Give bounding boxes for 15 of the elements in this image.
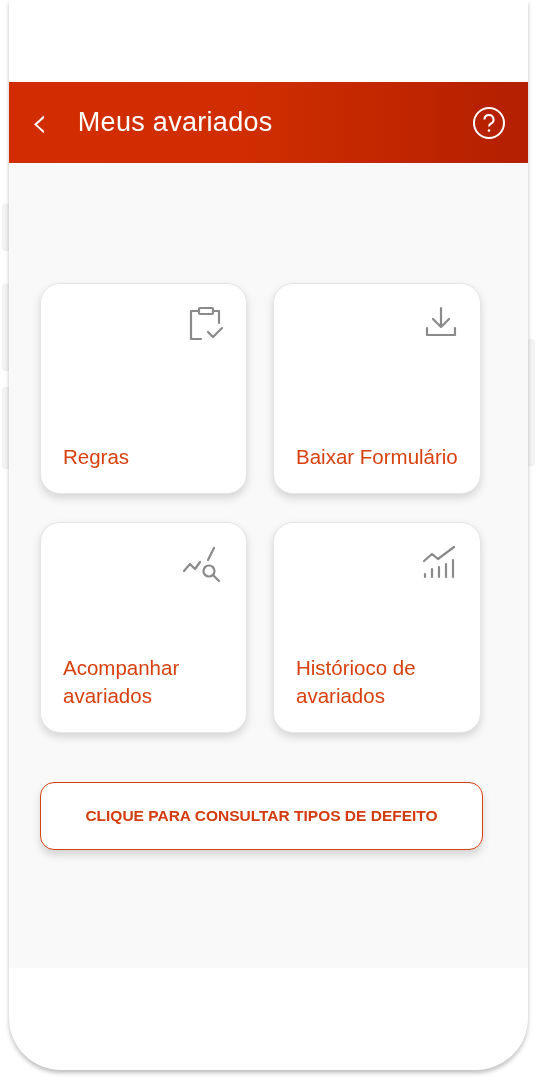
defect-types-button[interactable]: CLIQUE PARA CONSULTAR TIPOS DE DEFEITO [40, 782, 483, 850]
tile-label: Acompanhar avariados [63, 655, 181, 709]
menu-tile[interactable]: Acompanhar avariados [40, 522, 247, 733]
menu-tile[interactable]: Regras [40, 283, 247, 494]
tile-label: Regras [63, 444, 131, 470]
menu-tile[interactable]: Histórioco de avariados [273, 522, 481, 733]
page-title: Meus avariados [77, 106, 273, 140]
help-icon[interactable] [472, 105, 506, 140]
tile-label: Histórioco de avariados [296, 655, 417, 709]
tile-label: Baixar Formulário [296, 444, 458, 470]
back-button[interactable]: ‹ [31, 101, 48, 144]
menu-tile[interactable]: Baixar Formulário [273, 283, 481, 494]
download-icon [424, 306, 458, 338]
chart-bars-icon [422, 545, 458, 579]
clipboard-check-icon [188, 306, 224, 342]
